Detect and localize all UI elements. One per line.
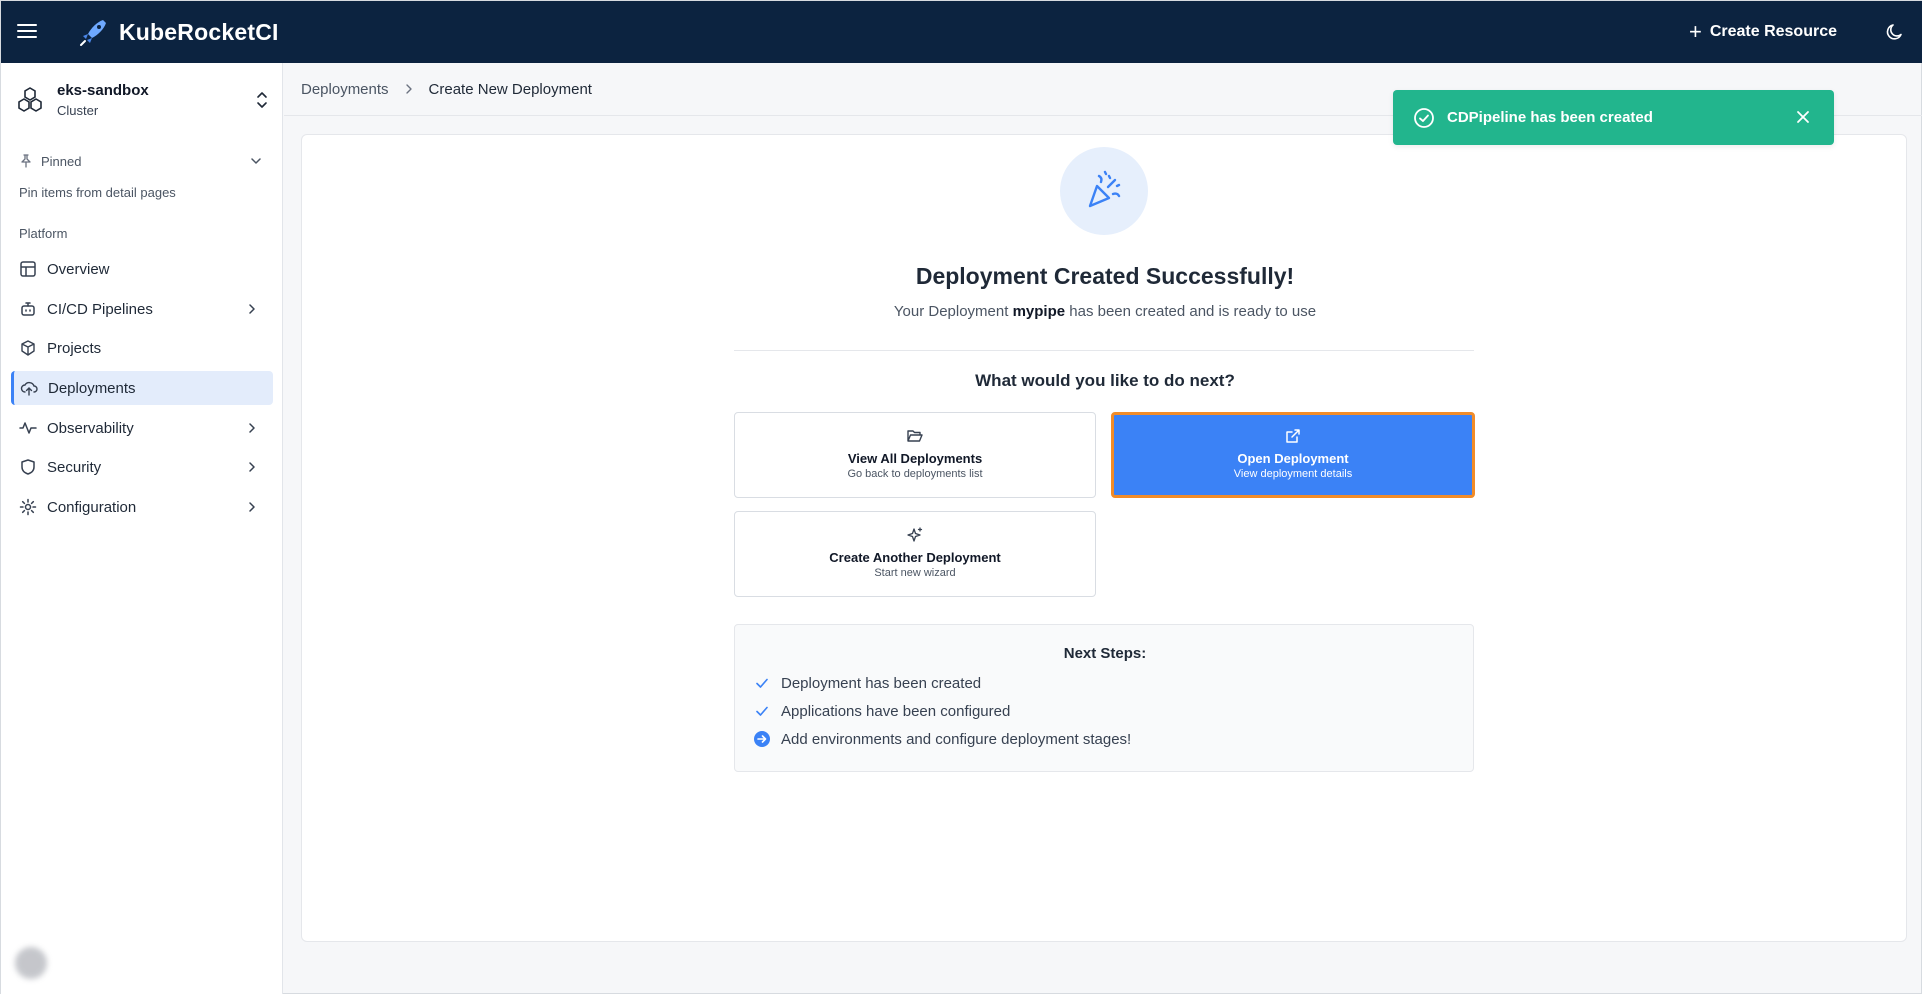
bot-icon — [21, 302, 35, 316]
success-title: Deployment Created Successfully! — [915, 263, 1295, 289]
create-another-subtitle: Start new wizard — [874, 567, 956, 579]
pinned-label: Pinned — [41, 153, 82, 169]
open-deployment-subtitle: View deployment details — [1233, 468, 1353, 480]
view-all-deployments-button[interactable]: View All Deployments Go back to deployme… — [734, 412, 1096, 498]
sparkles-icon — [907, 527, 923, 542]
pinned-hint: Pin items from detail pages — [19, 185, 176, 200]
sidebar-item-label: CI/CD Pipelines — [47, 300, 153, 318]
party-popper-badge — [1060, 147, 1148, 235]
open-deployment-button[interactable]: Open Deployment View deployment details — [1111, 412, 1475, 498]
menu-icon[interactable] — [17, 21, 37, 41]
sidebar-item-configuration[interactable]: Configuration — [11, 490, 273, 524]
toast-message: CDPipeline has been created — [1447, 109, 1653, 126]
chevron-right-icon — [249, 304, 255, 314]
top-bar: KubeRocketCI + Create Resource — [1, 1, 1922, 63]
breadcrumb-deployments-link[interactable]: Deployments — [301, 81, 389, 98]
activity-icon — [19, 422, 37, 434]
next-steps-panel: Next Steps: Deployment has been created … — [734, 624, 1474, 772]
open-deployment-title: Open Deployment — [1237, 451, 1349, 466]
divider — [734, 350, 1474, 351]
sidebar-item-label: Projects — [47, 339, 102, 357]
cluster-type: Cluster — [57, 103, 99, 118]
next-step-text: Add environments and configure deploymen… — [781, 730, 1132, 748]
sidebar-item-label: Security — [47, 458, 102, 476]
breadcrumb-current: Create New Deployment — [428, 80, 592, 98]
breadcrumb: Deployments Create New Deployment — [301, 79, 592, 99]
success-sub-suffix: has been created and is ready to use — [1069, 303, 1317, 320]
check-icon — [756, 678, 768, 688]
gear-icon — [19, 498, 37, 516]
create-another-deployment-button[interactable]: Create Another Deployment Start new wiza… — [734, 511, 1096, 597]
next-step-text: Applications have been configured — [781, 702, 1011, 720]
cluster-icon — [18, 87, 42, 112]
chevron-right-icon — [249, 423, 255, 433]
shield-icon — [21, 459, 35, 475]
sidebar-item-overview[interactable]: Overview — [11, 252, 273, 286]
arrow-right-circle-icon — [754, 731, 770, 747]
view-all-title: View All Deployments — [847, 451, 983, 466]
external-link-icon — [1286, 429, 1300, 443]
success-subtitle: Your Deployment mypipe has been created … — [302, 303, 1908, 320]
sidebar-item-security[interactable]: Security — [11, 450, 273, 484]
plus-icon: + — [1688, 19, 1702, 44]
user-profile-blurred[interactable] — [9, 941, 273, 985]
next-step-text: Deployment has been created — [781, 674, 982, 692]
create-resource-label: Create Resource — [1709, 23, 1837, 40]
check-circle-icon — [1414, 107, 1434, 128]
create-another-title: Create Another Deployment — [829, 550, 1001, 565]
chevron-right-icon — [249, 502, 255, 512]
next-step-item: Add environments and configure deploymen… — [753, 729, 1131, 749]
chevron-right-icon — [405, 84, 412, 94]
deployment-name: mypipe — [1012, 303, 1066, 320]
next-question: What would you like to do next? — [975, 371, 1235, 390]
folder-open-icon — [907, 430, 923, 442]
chevron-down-icon — [251, 158, 261, 164]
close-icon[interactable] — [1796, 110, 1810, 124]
layout-icon — [20, 261, 36, 277]
chevrons-up-down-icon — [257, 92, 267, 108]
sidebar-item-projects[interactable]: Projects — [11, 331, 273, 365]
sidebar: eks-sandbox Cluster Pinned Pin items fro… — [1, 63, 283, 994]
cluster-name: eks-sandbox — [57, 82, 149, 99]
next-steps-title: Next Steps: — [1063, 645, 1147, 662]
view-all-subtitle: Go back to deployments list — [847, 468, 983, 480]
cloud-upload-icon — [20, 381, 38, 396]
pin-icon — [21, 154, 31, 168]
create-resource-button[interactable]: + Create Resource — [1689, 19, 1837, 45]
next-step-item: Deployment has been created — [753, 673, 981, 693]
pinned-section-toggle[interactable]: Pinned — [19, 151, 263, 171]
sidebar-item-label: Configuration — [47, 498, 137, 516]
chevron-right-icon — [249, 462, 255, 472]
rocket-icon — [80, 20, 106, 46]
sidebar-item-label: Observability — [47, 419, 134, 437]
success-toast: CDPipeline has been created — [1393, 90, 1834, 145]
sidebar-item-observability[interactable]: Observability — [11, 411, 273, 445]
moon-icon[interactable] — [1885, 22, 1905, 42]
next-step-item: Applications have been configured — [753, 701, 1010, 721]
sidebar-item-label: Overview — [47, 260, 110, 278]
check-icon — [756, 706, 768, 716]
sidebar-item-label: Deployments — [48, 379, 136, 397]
sidebar-item-cicd-pipelines[interactable]: CI/CD Pipelines — [11, 292, 273, 326]
box-icon — [21, 340, 35, 356]
success-card: Deployment Created Successfully! Your De… — [301, 134, 1907, 942]
avatar — [15, 947, 47, 979]
app-name: KubeRocketCI — [119, 18, 279, 45]
party-popper-icon — [1088, 170, 1121, 208]
platform-section-label: Platform — [19, 226, 68, 241]
cluster-switcher[interactable]: eks-sandbox Cluster — [13, 79, 275, 121]
sidebar-item-deployments[interactable]: Deployments — [11, 371, 273, 405]
success-sub-prefix: Your Deployment — [893, 303, 1009, 320]
app-logo[interactable]: KubeRocketCI — [79, 17, 279, 47]
